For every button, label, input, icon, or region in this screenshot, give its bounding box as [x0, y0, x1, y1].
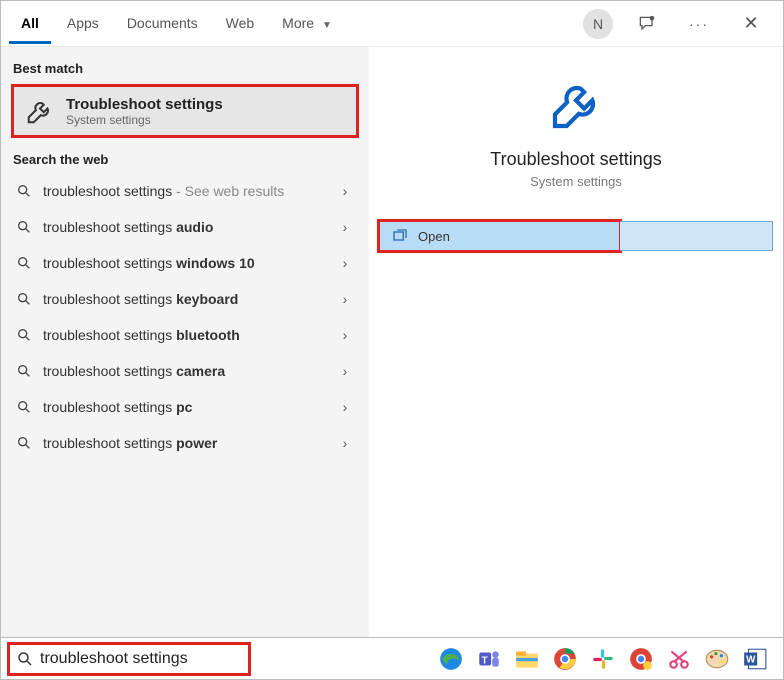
- taskbar-snip-icon[interactable]: [663, 643, 695, 675]
- web-result-item[interactable]: troubleshoot settings audio ›: [1, 209, 369, 245]
- web-result-label: troubleshoot settings pc: [43, 399, 325, 415]
- web-result-item[interactable]: troubleshoot settings bluetooth ›: [1, 317, 369, 353]
- open-button[interactable]: Open: [379, 221, 620, 251]
- wrench-icon: [24, 95, 56, 127]
- tab-all[interactable]: All: [9, 3, 51, 44]
- taskbar-chrome-canary-icon[interactable]: [625, 643, 657, 675]
- best-match-texts: Troubleshoot settings System settings: [66, 96, 223, 127]
- tab-more-label: More: [282, 15, 314, 31]
- taskbar-tray: T W: [251, 643, 777, 675]
- svg-text:W: W: [746, 654, 756, 665]
- chevron-right-icon[interactable]: ›: [335, 435, 355, 451]
- taskbar-word-icon[interactable]: W: [739, 643, 771, 675]
- web-result-label: troubleshoot settings power: [43, 435, 325, 451]
- preview-title: Troubleshoot settings: [490, 149, 661, 170]
- web-result-label: troubleshoot settings keyboard: [43, 291, 325, 307]
- tab-documents[interactable]: Documents: [115, 3, 210, 44]
- search-icon: [15, 398, 33, 416]
- search-box[interactable]: [7, 642, 251, 676]
- preview-subtitle: System settings: [530, 174, 622, 189]
- chevron-right-icon[interactable]: ›: [335, 219, 355, 235]
- web-result-label: troubleshoot settings audio: [43, 219, 325, 235]
- search-icon: [15, 218, 33, 236]
- search-icon: [15, 290, 33, 308]
- web-result-item[interactable]: troubleshoot settings power ›: [1, 425, 369, 461]
- user-avatar[interactable]: N: [583, 9, 613, 39]
- feedback-icon[interactable]: [631, 8, 663, 40]
- taskbar-paint-icon[interactable]: [701, 643, 733, 675]
- preview-panel: Troubleshoot settings System settings Op…: [369, 47, 783, 637]
- search-icon: [16, 650, 34, 668]
- best-match-heading: Best match: [1, 53, 369, 82]
- web-result-item[interactable]: troubleshoot settings - See web results ›: [1, 173, 369, 209]
- search-icon: [15, 362, 33, 380]
- search-window: All Apps Documents Web More ▼ N ··· ✕ Be…: [0, 0, 784, 680]
- web-result-label: troubleshoot settings bluetooth: [43, 327, 325, 343]
- content-area: Best match Troubleshoot settings System …: [1, 47, 783, 637]
- chevron-right-icon[interactable]: ›: [335, 183, 355, 199]
- best-match-subtitle: System settings: [66, 113, 223, 127]
- taskbar-slack-icon[interactable]: [587, 643, 619, 675]
- more-options-icon[interactable]: ···: [683, 8, 715, 40]
- tab-web[interactable]: Web: [214, 3, 267, 44]
- chevron-right-icon[interactable]: ›: [335, 399, 355, 415]
- close-button[interactable]: ✕: [735, 8, 767, 40]
- web-result-item[interactable]: troubleshoot settings windows 10 ›: [1, 245, 369, 281]
- search-icon: [15, 254, 33, 272]
- results-panel: Best match Troubleshoot settings System …: [1, 47, 369, 637]
- tabs-row: All Apps Documents Web More ▼ N ··· ✕: [1, 1, 783, 47]
- taskbar-chrome-icon[interactable]: [549, 643, 581, 675]
- tab-more[interactable]: More ▼: [270, 3, 344, 44]
- search-icon: [15, 326, 33, 344]
- taskbar-edge-icon[interactable]: [435, 643, 467, 675]
- search-row: T W: [1, 637, 783, 679]
- web-result-label: troubleshoot settings - See web results: [43, 183, 325, 199]
- search-icon: [15, 182, 33, 200]
- chevron-right-icon[interactable]: ›: [335, 363, 355, 379]
- search-icon: [15, 434, 33, 452]
- chevron-right-icon[interactable]: ›: [335, 255, 355, 271]
- search-input[interactable]: [40, 650, 247, 668]
- caret-down-icon: ▼: [322, 20, 332, 31]
- taskbar-teams-icon[interactable]: T: [473, 643, 505, 675]
- web-result-item[interactable]: troubleshoot settings camera ›: [1, 353, 369, 389]
- action-row: Open: [379, 221, 773, 251]
- action-extension[interactable]: [620, 221, 773, 251]
- web-results-list: troubleshoot settings - See web results ›…: [1, 173, 369, 461]
- taskbar-explorer-icon[interactable]: [511, 643, 543, 675]
- web-result-label: troubleshoot settings windows 10: [43, 255, 325, 271]
- open-icon: [392, 228, 408, 244]
- tab-apps[interactable]: Apps: [55, 3, 111, 44]
- web-result-item[interactable]: troubleshoot settings keyboard ›: [1, 281, 369, 317]
- chevron-right-icon[interactable]: ›: [335, 327, 355, 343]
- chevron-right-icon[interactable]: ›: [335, 291, 355, 307]
- open-label: Open: [418, 229, 450, 244]
- preview-hero: Troubleshoot settings System settings: [369, 47, 783, 213]
- best-match-title: Troubleshoot settings: [66, 96, 223, 113]
- best-match-item[interactable]: Troubleshoot settings System settings: [11, 84, 359, 138]
- web-result-label: troubleshoot settings camera: [43, 363, 325, 379]
- svg-text:T: T: [482, 655, 488, 666]
- wrench-icon-large: [548, 77, 604, 133]
- search-web-heading: Search the web: [1, 144, 369, 173]
- web-result-item[interactable]: troubleshoot settings pc ›: [1, 389, 369, 425]
